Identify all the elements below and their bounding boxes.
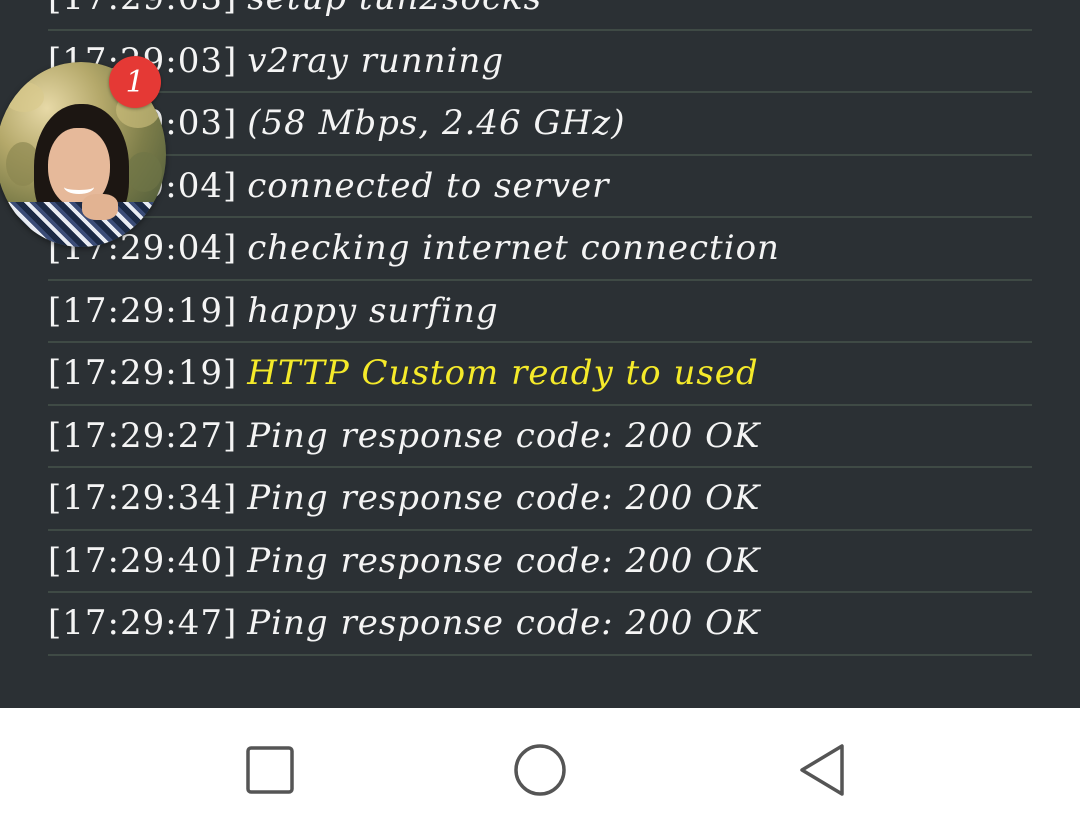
log-timestamp: [17:29:19] — [48, 290, 238, 331]
log-message-ready: HTTP Custom ready to used — [247, 353, 759, 394]
avatar-background-foliage — [126, 152, 162, 192]
log-message: Ping response code: 200 OK — [247, 603, 761, 644]
log-timestamp: [17:29:19] — [48, 353, 238, 394]
log-entry-highlighted: [17:29:19] HTTP Custom ready to used — [48, 343, 1032, 406]
log-entry: [17:29:27] Ping response code: 200 OK — [48, 406, 1032, 468]
log-message: checking internet connection — [247, 228, 780, 269]
log-entry: [17:29:19] happy surfing — [48, 281, 1032, 343]
log-timestamp: [17:29:03] — [48, 0, 237, 18]
circle-home-icon — [514, 744, 566, 796]
screen: [17:29:03] setup tun2socks [17:29:03] v2… — [0, 0, 1080, 832]
log-timestamp: [17:29:40] — [48, 540, 238, 581]
log-entry: [17:29:03] setup tun2socks — [48, 0, 1032, 31]
log-message: connected to server — [247, 165, 610, 206]
avatar-background-foliage — [4, 82, 44, 112]
log-message: v2ray running — [247, 40, 505, 81]
chat-head-bubble[interactable]: 1 — [0, 56, 166, 247]
log-message: (58 Mbps, 2.46 GHz) — [247, 103, 626, 144]
avatar-smile — [64, 180, 94, 194]
log-message: Ping response code: 200 OK — [247, 478, 761, 519]
log-timestamp: [17:29:47] — [48, 603, 238, 644]
avatar-hand — [82, 194, 118, 220]
log-message: happy surfing — [247, 290, 499, 331]
home-button[interactable] — [510, 740, 570, 800]
connection-log-panel[interactable]: [17:29:03] setup tun2socks [17:29:03] v2… — [0, 0, 1080, 708]
log-entry: [17:29:04] checking internet connection — [48, 218, 1032, 281]
log-message: Ping response code: 200 OK — [247, 415, 761, 456]
square-recents-icon — [246, 746, 294, 794]
notification-badge: 1 — [109, 56, 161, 108]
back-button[interactable] — [794, 740, 854, 800]
system-navigation-bar — [0, 708, 1080, 832]
log-list: [17:29:03] setup tun2socks [17:29:03] v2… — [48, 0, 1032, 656]
log-message: setup tun2socks — [247, 0, 542, 18]
log-entry: [17:29:04] connected to server — [48, 156, 1032, 218]
log-entry: [17:29:03] (58 Mbps, 2.46 GHz) — [48, 93, 1032, 156]
log-entry: [17:29:03] v2ray running — [48, 31, 1032, 93]
log-entry: [17:29:47] Ping response code: 200 OK — [48, 593, 1032, 656]
log-message: Ping response code: 200 OK — [247, 540, 761, 581]
log-entry: [17:29:40] Ping response code: 200 OK — [48, 531, 1032, 593]
log-timestamp: [17:29:34] — [48, 478, 238, 519]
recents-button[interactable] — [240, 740, 300, 800]
log-timestamp: [17:29:27] — [48, 415, 238, 456]
log-entry: [17:29:34] Ping response code: 200 OK — [48, 468, 1032, 531]
triangle-back-icon — [800, 744, 844, 796]
